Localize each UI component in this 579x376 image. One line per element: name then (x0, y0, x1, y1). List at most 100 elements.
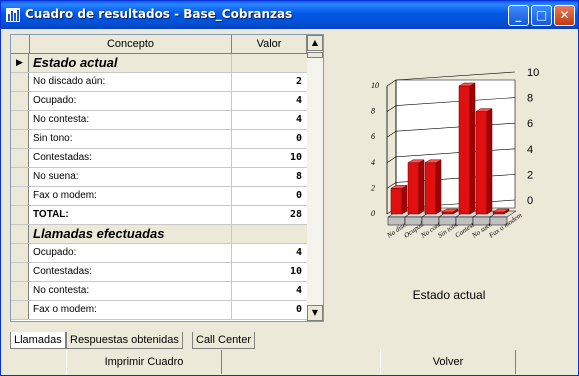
cell-concepto: Fax o modem: (30, 187, 232, 205)
cell-concepto: Contestadas: (30, 263, 232, 281)
bar (390, 188, 403, 215)
cell-valor: 4 (295, 114, 302, 125)
print-button[interactable]: Imprimir Cuadro (66, 350, 222, 374)
chart-panel: 00224466881010No discado aúnOcupadoNo co… (329, 34, 569, 320)
bar (458, 85, 471, 215)
row-selector[interactable] (11, 187, 29, 205)
chart-app-icon (6, 8, 20, 22)
bar-side (469, 82, 476, 215)
table-row[interactable]: Ocupado: 4 (11, 244, 307, 263)
row-selector[interactable] (11, 73, 29, 91)
gridline-side (386, 105, 397, 112)
scroll-up-icon[interactable]: ▲ (307, 35, 323, 51)
cell-valor: 4 (295, 247, 302, 258)
maximize-button[interactable]: □ (531, 5, 552, 26)
column-header-concepto[interactable]: Concepto (30, 35, 232, 53)
cell-valor: 2 (295, 76, 302, 87)
grid-rows: ▶ Estado actual No discado aún: 2 Ocupado: 4 N… (11, 54, 307, 320)
window-title: Cuadro de resultados - Base_Cobranzas (25, 7, 293, 21)
back-button[interactable]: Volver (380, 350, 516, 374)
table-row[interactable]: No discado aún: 2 (11, 73, 307, 92)
table-row[interactable]: No contesta: 4 (11, 111, 307, 130)
gridline-side (386, 156, 397, 164)
row-selector[interactable] (11, 92, 29, 110)
bar-side (418, 159, 425, 215)
cell-concepto: Estado actual (30, 54, 232, 72)
results-grid[interactable]: Concepto Valor ▶ Estado actual No discado … (10, 34, 324, 322)
table-row[interactable]: Sin tono: 0 (11, 130, 307, 149)
cell-valor: 0 (295, 133, 302, 144)
results-window: Cuadro de resultados - Base_Cobranzas _ … (0, 0, 579, 376)
print-button-label: Imprimir Cuadro (104, 356, 184, 368)
row-selector[interactable]: ▶ (11, 54, 29, 72)
row-selector[interactable] (11, 244, 29, 262)
bar-side (486, 108, 493, 215)
cell-valor: 8 (295, 171, 302, 182)
scroll-thumb[interactable] (307, 52, 323, 58)
bar-side (401, 184, 408, 215)
bar (424, 162, 437, 215)
table-row[interactable]: Fax o modem: 0 (11, 301, 307, 320)
scroll-down-icon[interactable]: ▼ (307, 305, 323, 321)
cell-valor (232, 54, 307, 72)
tab-respuestas-obtenidas[interactable]: Respuestas obtenidas (66, 332, 183, 349)
y-tick-label: 4 (527, 144, 533, 156)
grid-header: Concepto Valor (11, 35, 307, 54)
cell-concepto: Contestadas: (30, 149, 232, 167)
y-tick-label-left: 0 (371, 209, 375, 218)
minimize-button[interactable]: _ (508, 5, 529, 26)
row-selector[interactable] (11, 206, 29, 224)
bar-side (435, 159, 442, 215)
bar (407, 162, 420, 215)
table-row[interactable]: Contestadas: 10 (11, 149, 307, 168)
row-selector[interactable] (11, 111, 29, 129)
close-button[interactable]: ✕ (554, 5, 575, 26)
table-row[interactable]: Contestadas: 10 (11, 263, 307, 282)
cell-concepto: TOTAL: (30, 206, 232, 224)
table-row[interactable]: Ocupado: 4 (11, 92, 307, 111)
cell-valor: 10 (289, 152, 302, 163)
cell-concepto: Sin tono: (30, 130, 232, 148)
cell-valor (232, 225, 307, 243)
cell-concepto: Llamadas efectuadas (30, 225, 232, 243)
row-selector[interactable] (11, 130, 29, 148)
tab-call-center[interactable]: Call Center (192, 332, 256, 349)
grid-section-row[interactable]: Llamadas efectuadas (11, 225, 307, 244)
row-selector[interactable] (11, 149, 29, 167)
gridline-side (386, 130, 397, 138)
cell-valor: 4 (295, 285, 302, 296)
cell-concepto: Fax o modem: (30, 301, 232, 319)
y-tick-label-left: 4 (371, 158, 375, 167)
y-tick-label: 8 (527, 93, 533, 105)
grid-section-row[interactable]: ▶ Estado actual (11, 54, 307, 73)
y-tick-label-left: 6 (371, 132, 375, 141)
gridline-side (386, 79, 397, 87)
table-row[interactable]: No contesta: 4 (11, 282, 307, 301)
cell-valor: 0 (295, 190, 302, 201)
row-selector[interactable] (11, 225, 29, 243)
grid-scrollbar[interactable]: ▲ ▼ (307, 35, 323, 321)
cell-valor: 28 (289, 209, 302, 220)
back-button-label: Volver (432, 356, 464, 368)
cell-valor: 0 (295, 304, 302, 315)
cell-concepto: Ocupado: (30, 92, 232, 110)
row-selector[interactable] (11, 168, 29, 186)
table-row[interactable]: TOTAL: 28 (11, 206, 307, 225)
row-selector[interactable] (11, 301, 29, 319)
tab-llamadas[interactable]: Llamadas (10, 332, 66, 349)
cell-valor: 10 (289, 266, 302, 277)
table-row[interactable]: No suena: 8 (11, 168, 307, 187)
row-selector[interactable] (11, 282, 29, 300)
cell-concepto: Ocupado: (30, 244, 232, 262)
gridline (395, 71, 516, 81)
title-bar[interactable]: Cuadro de resultados - Base_Cobranzas _ … (1, 1, 578, 29)
bar (492, 211, 505, 215)
y-tick-label: 0 (527, 195, 533, 207)
column-header-valor[interactable]: Valor (232, 35, 307, 53)
table-row[interactable]: Fax o modem: 0 (11, 187, 307, 206)
row-selector[interactable] (11, 263, 29, 281)
bar (441, 211, 454, 215)
window-client: Concepto Valor ▶ Estado actual No discado … (4, 30, 575, 374)
chart-caption: Estado actual (412, 288, 486, 302)
y-tick-label-left: 2 (371, 183, 375, 192)
